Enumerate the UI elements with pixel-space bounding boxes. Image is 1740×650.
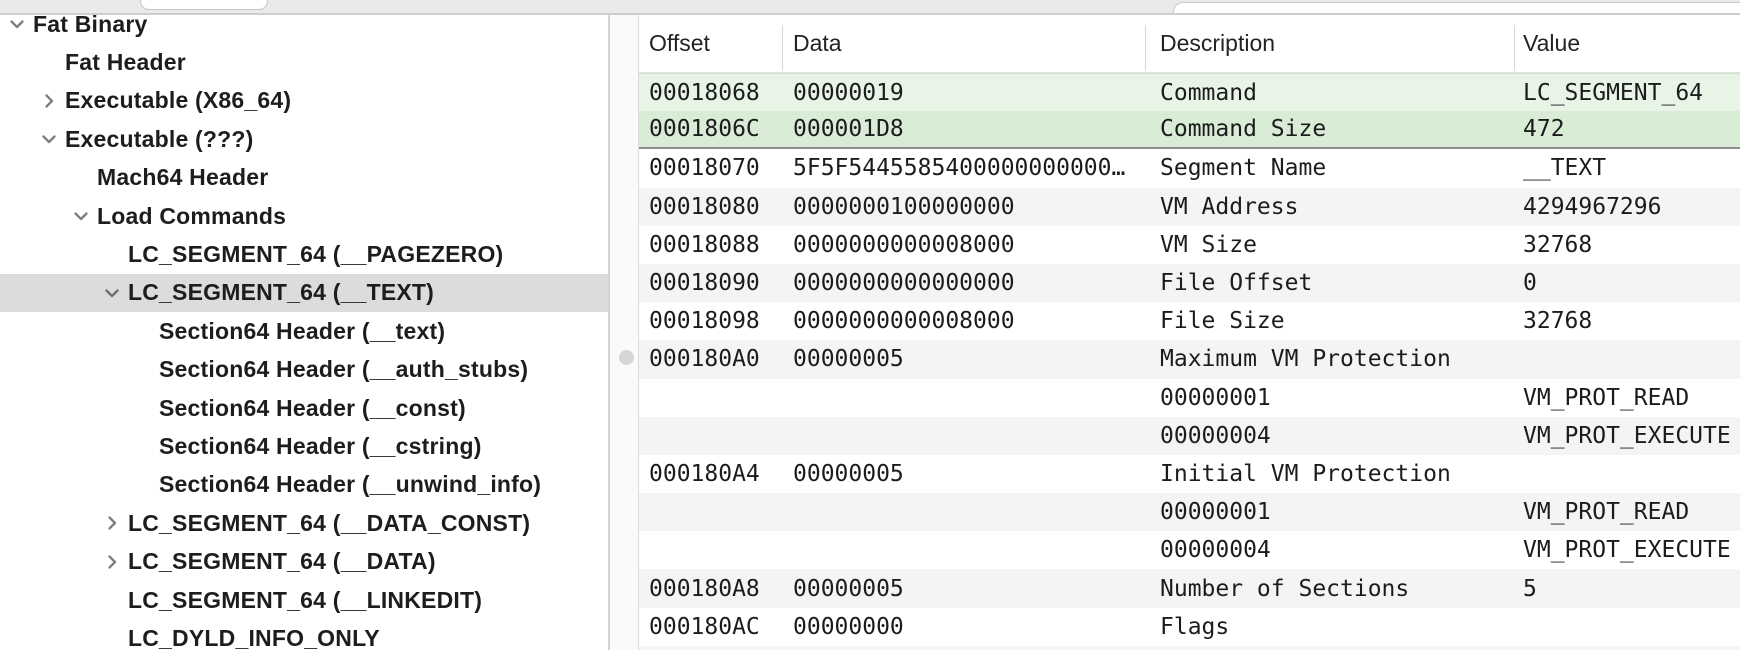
table-row-vm-prot-read[interactable]: 00000001 VM_PROT_READ	[639, 379, 1740, 417]
table-row-file-size[interactable]: 00018098 0000000000008000 File Size 3276…	[639, 302, 1740, 340]
table-row-vm-prot-execute[interactable]: 00000004 VM_PROT_EXECUTE	[639, 417, 1740, 455]
sidebar-item-fat-header[interactable]: Fat Header	[0, 43, 608, 81]
sidebar-item-executable-x86-64[interactable]: Executable (X86_64)	[0, 82, 608, 120]
sidebar-item-lc-dyld-info-only[interactable]: LC_DYLD_INFO_ONLY	[0, 619, 608, 650]
toolbar-strip-partial	[0, 0, 1740, 13]
sidebar-item-section64-header-unwind-info[interactable]: Section64 Header (__unwind_info)	[0, 466, 608, 504]
table-row-file-offset[interactable]: 00018090 0000000000000000 File Offset 0	[639, 264, 1740, 302]
sidebar-item-lc-segment-64-data-const[interactable]: LC_SEGMENT_64 (__DATA_CONST)	[0, 504, 608, 542]
column-header-offset[interactable]: Offset	[639, 15, 783, 72]
table-row-vm-prot-execute-2[interactable]: 00000004 VM_PROT_EXECUTE	[639, 531, 1740, 569]
sidebar-item-lc-segment-64-text[interactable]: LC_SEGMENT_64 (__TEXT)	[0, 274, 608, 312]
chevron-spacer	[128, 470, 157, 499]
sidebar-item-lc-segment-64-data[interactable]: LC_SEGMENT_64 (__DATA)	[0, 542, 608, 580]
toolbar-search-field-partial[interactable]	[140, 0, 268, 10]
table-header-row: Offset Data Description Value	[639, 15, 1740, 73]
table-row-command[interactable]: 00018068 00000019 Command LC_SEGMENT_64	[639, 73, 1740, 111]
sidebar-item-load-commands[interactable]: Load Commands	[0, 197, 608, 235]
table-row-vm-size[interactable]: 00018088 0000000000008000 VM Size 32768	[639, 226, 1740, 264]
splitter-handle[interactable]	[619, 350, 634, 365]
app-window: Fat Binary Fat Header Executable (X86_64…	[0, 0, 1740, 650]
sidebar-item-section64-header-cstring[interactable]: Section64 Header (__cstring)	[0, 427, 608, 465]
detail-table-pane: Offset Data Description Value 00018068 0…	[638, 15, 1740, 650]
chevron-spacer	[128, 355, 157, 384]
sidebar-item-section64-header-auth-stubs[interactable]: Section64 Header (__auth_stubs)	[0, 351, 608, 389]
column-header-data[interactable]: Data	[783, 15, 1146, 72]
outline-tree: Fat Binary Fat Header Executable (X86_64…	[0, 15, 608, 650]
chevron-spacer	[34, 48, 63, 77]
chevron-down-icon[interactable]	[97, 278, 126, 307]
sidebar-item-section64-header-const[interactable]: Section64 Header (__const)	[0, 389, 608, 427]
table-row-vm-prot-read-2[interactable]: 00000001 VM_PROT_READ	[639, 493, 1740, 531]
chevron-spacer	[128, 432, 157, 461]
chevron-right-icon[interactable]	[97, 509, 126, 538]
chevron-spacer	[97, 240, 126, 269]
table-row-vm-address[interactable]: 00018080 0000000100000000 VM Address 429…	[639, 188, 1740, 226]
chevron-spacer	[97, 624, 126, 650]
chevron-spacer	[66, 163, 95, 192]
table-row-partial	[639, 646, 1740, 650]
chevron-right-icon[interactable]	[34, 86, 63, 115]
sidebar-item-lc-segment-64-pagezero[interactable]: LC_SEGMENT_64 (__PAGEZERO)	[0, 235, 608, 273]
sidebar-item-lc-segment-64-linkedit[interactable]: LC_SEGMENT_64 (__LINKEDIT)	[0, 581, 608, 619]
content-panel-corner	[1173, 2, 1740, 13]
column-header-description[interactable]: Description	[1146, 15, 1515, 72]
sidebar-item-executable-unknown[interactable]: Executable (???)	[0, 120, 608, 158]
chevron-spacer	[97, 586, 126, 615]
table-row-command-size[interactable]: 0001806C 000001D8 Command Size 472	[639, 111, 1740, 149]
table-row-number-of-sections[interactable]: 000180A8 00000005 Number of Sections 5	[639, 569, 1740, 607]
table-row-initial-vm-protection[interactable]: 000180A4 00000005 Initial VM Protection	[639, 455, 1740, 493]
chevron-right-icon[interactable]	[97, 547, 126, 576]
structure-outline-pane: Fat Binary Fat Header Executable (X86_64…	[0, 15, 610, 650]
chevron-spacer	[128, 394, 157, 423]
table-row-flags[interactable]: 000180AC 00000000 Flags	[639, 608, 1740, 646]
pane-splitter[interactable]	[610, 15, 638, 650]
table-row-segment-name[interactable]: 00018070 5F5F5445585400000000000… Segmen…	[639, 149, 1740, 187]
chevron-down-icon[interactable]	[2, 15, 31, 39]
sidebar-item-mach64-header[interactable]: Mach64 Header	[0, 159, 608, 197]
chevron-down-icon[interactable]	[66, 202, 95, 231]
table-row-max-vm-protection[interactable]: 000180A0 00000005 Maximum VM Protection	[639, 340, 1740, 378]
sidebar-item-section64-header-text[interactable]: Section64 Header (__text)	[0, 312, 608, 350]
table-body: 00018068 00000019 Command LC_SEGMENT_64 …	[639, 73, 1740, 650]
column-header-value[interactable]: Value	[1515, 15, 1740, 72]
chevron-down-icon[interactable]	[34, 125, 63, 154]
chevron-spacer	[128, 317, 157, 346]
sidebar-item-fat-binary[interactable]: Fat Binary	[0, 15, 608, 43]
